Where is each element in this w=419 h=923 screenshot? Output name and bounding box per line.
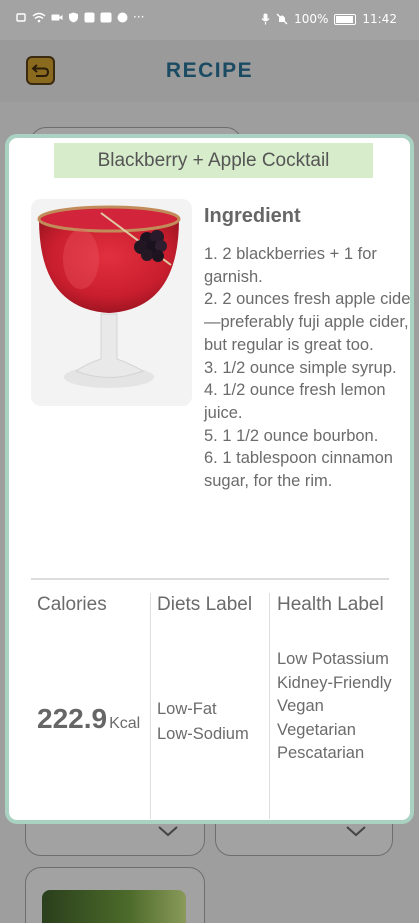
diets-list: Low-Fat Low-Sodium	[157, 697, 249, 747]
diet-item: Low-Sodium	[157, 725, 249, 743]
ingredient-item: 3. 1/2 ounce simple syrup.	[204, 358, 397, 377]
ingredient-item: 6. 1 tablespoon cinnamon sugar, for the …	[204, 449, 393, 491]
diets-label: Diets Label	[157, 594, 253, 615]
more-notifications: ···	[133, 10, 145, 24]
ingredient-item: 2. 2 ounces fresh apple cider—preferably…	[204, 290, 414, 354]
health-item: Pescatarian	[277, 744, 365, 762]
chevron-down-icon[interactable]	[158, 822, 178, 842]
battery-icon	[334, 13, 357, 25]
status-icons-right: 100% 11:42	[261, 12, 397, 26]
shield-icon	[69, 12, 78, 23]
app-header: RECIPE	[0, 40, 419, 102]
health-list: Low Potassium Kidney-Friendly Vegan Vege…	[277, 648, 410, 766]
health-label: Health Label	[277, 594, 384, 615]
health-item: Vegetarian	[277, 720, 356, 739]
background-recipe-photo	[42, 890, 186, 923]
wifi-icon	[32, 12, 46, 23]
ingredient-item: 5. 1 1/2 ounce bourbon.	[204, 426, 379, 445]
cloud-icon	[100, 12, 112, 23]
ingredient-list: 1. 2 blackberries + 1 for garnish. 2. 2 …	[204, 243, 414, 493]
chevron-down-icon[interactable]	[346, 822, 366, 842]
ingredient-item: 4. 1/2 ounce fresh lemon juice.	[204, 381, 386, 422]
health-item: Kidney-Friendly	[277, 673, 392, 692]
section-divider	[31, 578, 389, 580]
diet-item: Low-Fat	[157, 700, 217, 718]
calories-column: Calories 222.9 Kcal	[31, 593, 151, 819]
ingredient-heading: Ingredient	[204, 205, 301, 227]
page-title: RECIPE	[165, 59, 254, 82]
recipe-detail-dialog: Blackberry + Apple Cocktail Ingredient 1…	[5, 134, 414, 824]
clock: 11:42	[362, 12, 397, 26]
diets-column: Diets Label Low-Fat Low-Sodium	[150, 593, 270, 819]
mic-icon	[261, 13, 270, 25]
calories-value-wrap: 222.9 Kcal	[37, 703, 140, 735]
app-icon	[84, 12, 95, 23]
health-column: Health Label Low Potassium Kidney-Friend…	[269, 593, 410, 819]
recipe-title: Blackberry + Apple Cocktail	[54, 143, 373, 178]
calories-value: 222.9	[37, 703, 108, 734]
video-icon	[51, 14, 63, 21]
cocktail-illustration	[31, 199, 192, 406]
calories-label: Calories	[37, 594, 107, 615]
status-icons-left: ···	[16, 10, 145, 24]
cocktail-photo	[31, 199, 192, 406]
status-bar: ··· 100% 11:42	[0, 0, 419, 40]
calories-unit: Kcal	[109, 715, 141, 732]
nutrition-table: Calories 222.9 Kcal Diets Label Low-Fat …	[9, 593, 410, 819]
notification-icon	[16, 13, 26, 22]
mute-bell-icon	[276, 13, 288, 25]
health-item: Vegan	[277, 697, 324, 715]
ingredient-item: 1. 2 blackberries + 1 for garnish.	[204, 245, 377, 286]
health-item: Low Potassium	[277, 650, 389, 668]
battery-percent: 100%	[294, 12, 329, 26]
browser-icon	[117, 12, 128, 23]
